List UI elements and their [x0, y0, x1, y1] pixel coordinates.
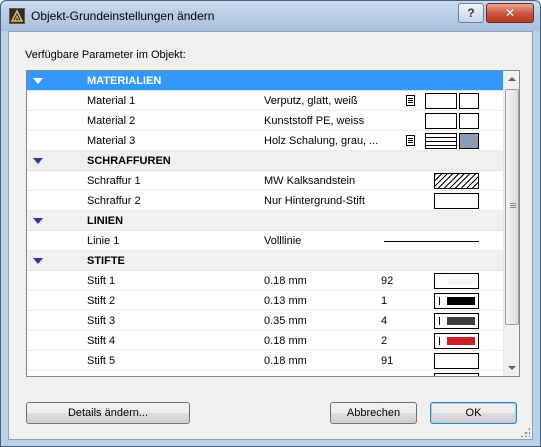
dialog-body: Verfügbare Parameter im Objekt: MATERIAL… [8, 31, 533, 440]
collapse-triangle-icon[interactable] [33, 78, 43, 84]
help-button[interactable]: ? [458, 3, 484, 23]
fill-pattern-icon[interactable] [434, 173, 479, 189]
section-header[interactable]: LINIEN [27, 211, 503, 231]
section-title: LINIEN [87, 215, 124, 227]
parameter-row[interactable]: Material 2 Kunststoff PE, weiss [27, 111, 503, 131]
parameter-row[interactable]: Stift 6 Transparent 0 Ø [27, 371, 503, 376]
scroll-up-button[interactable] [504, 71, 519, 88]
parameter-name: Material 2 [87, 115, 136, 127]
grip-icon [510, 203, 516, 204]
transparent-pen-glyph: Ø [435, 374, 478, 376]
parameter-value[interactable]: 0.18 mm [264, 275, 307, 287]
material-swatch-icon[interactable] [425, 93, 457, 109]
close-button[interactable]: ✕ [486, 3, 534, 23]
vertical-scrollbar[interactable] [503, 71, 519, 376]
dialog-window: Objekt-Grundeinstellungen ändern ? ✕ Ver… [0, 0, 541, 447]
pen-number[interactable]: 4 [381, 315, 387, 327]
parameter-row[interactable]: Schraffur 2 Nur Hintergrund-Stift [27, 191, 503, 211]
section-title: MATERIALIEN [87, 75, 162, 87]
collapse-triangle-icon[interactable] [33, 218, 43, 224]
parameter-row[interactable]: Linie 1 Volllinie [27, 231, 503, 251]
pen-color-bar [447, 317, 475, 325]
section-header[interactable]: MATERIALIEN [27, 71, 503, 91]
parameter-name: Stift 6 [87, 375, 115, 376]
parameter-row[interactable]: Material 3 Holz Schalung, grau, ... [27, 131, 503, 151]
parameter-name: Stift 5 [87, 355, 116, 367]
parameter-value[interactable]: Volllinie [264, 235, 301, 247]
pen-color-bar [447, 277, 477, 285]
collapse-triangle-icon[interactable] [33, 258, 43, 264]
parameter-name: Schraffur 2 [87, 195, 141, 207]
material-swatch-icon[interactable] [425, 133, 457, 149]
pen-color-bar [447, 297, 475, 305]
parameter-value[interactable]: Nur Hintergrund-Stift [264, 195, 365, 207]
section-header[interactable]: SCHRAFFUREN [27, 151, 503, 171]
fill-pattern-icon[interactable] [434, 193, 479, 209]
pen-mark [439, 337, 440, 345]
parameter-value[interactable]: Kunststoff PE, weiss [264, 115, 364, 127]
scroll-down-button[interactable] [504, 359, 519, 376]
resize-grip-icon[interactable] [520, 427, 530, 437]
scroll-thumb[interactable] [505, 89, 519, 325]
pen-color-icon[interactable] [434, 273, 479, 289]
section-title: SCHRAFFUREN [87, 155, 171, 167]
parameter-value[interactable]: Transparent [264, 375, 323, 376]
material-color-icon[interactable] [459, 113, 479, 129]
cancel-button[interactable]: Abbrechen [330, 402, 417, 424]
section-title: STIFTE [87, 255, 125, 267]
window-title: Objekt-Grundeinstellungen ändern [31, 9, 215, 23]
pen-number[interactable]: 92 [381, 275, 393, 287]
parameters-label: Verfügbare Parameter im Objekt: [25, 49, 186, 61]
parameter-value[interactable]: 0.13 mm [264, 295, 307, 307]
material-swatch-icon[interactable] [425, 113, 457, 129]
parameter-name: Schraffur 1 [87, 175, 141, 187]
parameter-row[interactable]: Stift 1 0.18 mm 92 [27, 271, 503, 291]
parameter-name: Linie 1 [87, 235, 120, 247]
parameter-name: Stift 1 [87, 275, 116, 287]
parameter-value[interactable]: Holz Schalung, grau, ... [264, 135, 378, 147]
title-bar: Objekt-Grundeinstellungen ändern ? ✕ [1, 1, 540, 31]
pen-color-icon[interactable] [434, 333, 479, 349]
parameter-name: Stift 2 [87, 295, 116, 307]
parameter-value[interactable]: 0.18 mm [264, 335, 307, 347]
document-icon [406, 135, 415, 146]
line-type-icon[interactable] [384, 241, 479, 242]
parameter-name: Material 3 [87, 135, 136, 147]
parameter-value[interactable]: 0.35 mm [264, 315, 307, 327]
parameter-row[interactable]: Stift 4 0.18 mm 2 [27, 331, 503, 351]
collapse-triangle-icon[interactable] [33, 158, 43, 164]
pen-number[interactable]: 1 [381, 295, 387, 307]
material-color-icon[interactable] [459, 93, 479, 109]
pen-color-bar [447, 337, 475, 345]
pen-number[interactable]: 2 [381, 335, 387, 347]
pen-mark [439, 297, 440, 305]
parameter-row[interactable]: Stift 3 0.35 mm 4 [27, 311, 503, 331]
parameter-name: Stift 3 [87, 315, 116, 327]
parameter-list[interactable]: MATERIALIEN Material 1 Verputz, glatt, wei… [26, 70, 520, 377]
pen-color-icon[interactable] [434, 313, 479, 329]
parameter-row[interactable]: Stift 2 0.13 mm 1 [27, 291, 503, 311]
document-icon [406, 95, 415, 106]
parameter-name: Stift 4 [87, 335, 116, 347]
chevron-down-icon [508, 366, 516, 370]
material-color-icon[interactable] [459, 133, 479, 149]
ok-button[interactable]: OK [430, 402, 517, 424]
app-icon [9, 8, 25, 24]
pen-mark [439, 317, 440, 325]
pen-color-icon[interactable] [434, 353, 479, 369]
details-button[interactable]: Details ändern... [26, 402, 190, 424]
parameter-value[interactable]: MW Kalksandstein [264, 175, 355, 187]
pen-number[interactable]: 91 [381, 355, 393, 367]
parameter-name: Material 1 [87, 95, 136, 107]
parameter-row[interactable]: Schraffur 1 MW Kalksandstein [27, 171, 503, 191]
pen-color-icon[interactable] [434, 293, 479, 309]
pen-color-icon[interactable]: Ø [434, 373, 479, 376]
parameter-value[interactable]: Verputz, glatt, weiß [264, 95, 358, 107]
parameter-row[interactable]: Stift 5 0.18 mm 91 [27, 351, 503, 371]
parameter-row[interactable]: Material 1 Verputz, glatt, weiß [27, 91, 503, 111]
parameter-value[interactable]: 0.18 mm [264, 355, 307, 367]
chevron-up-icon [508, 77, 516, 81]
pen-number[interactable]: 0 [381, 375, 387, 376]
section-header[interactable]: STIFTE [27, 251, 503, 271]
